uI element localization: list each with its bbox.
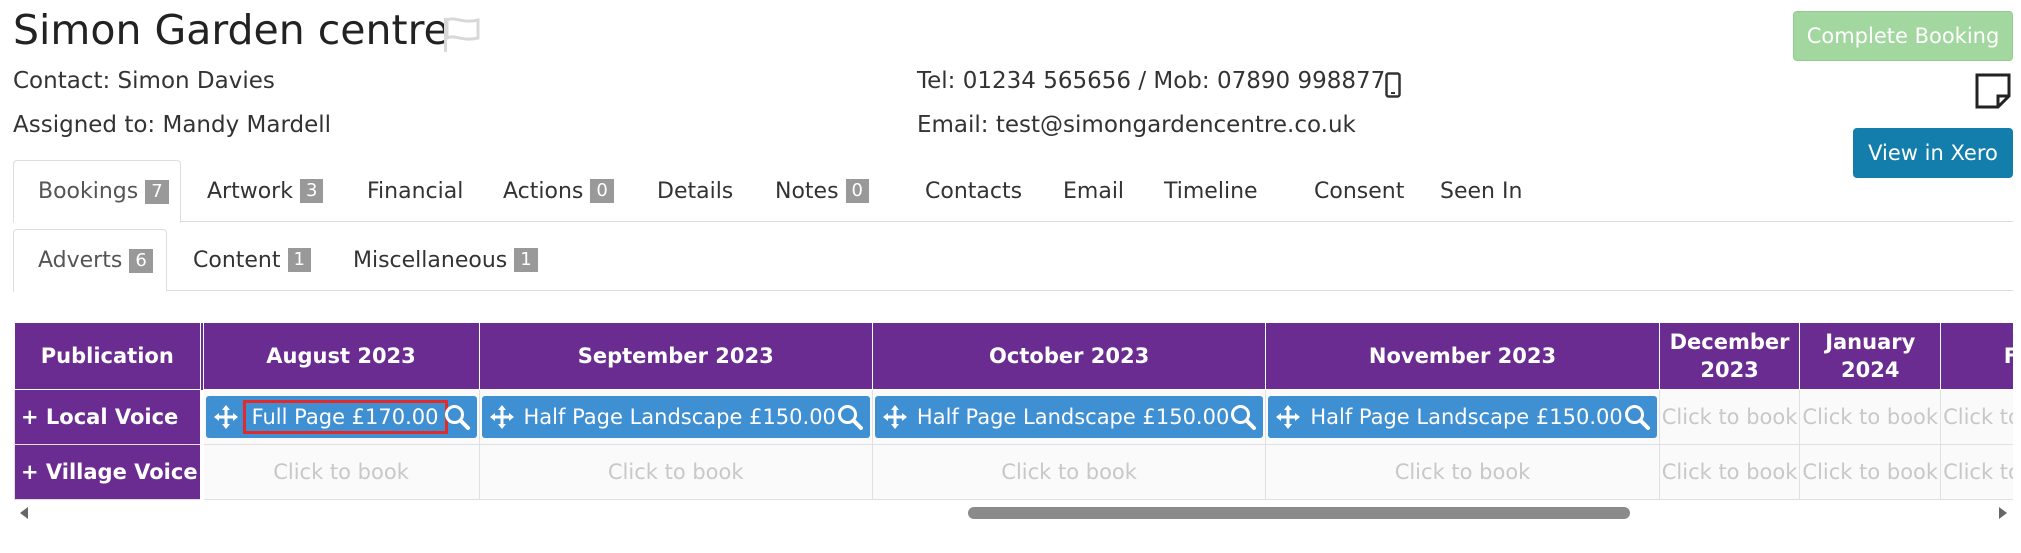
contact-name: Contact: Simon Davies [13, 68, 275, 94]
click-to-book-cell[interactable]: Click to book [201, 444, 480, 500]
booking-label: Half Page Landscape £150.00 [523, 405, 836, 429]
tab-badge: 7 [145, 179, 169, 204]
assigned-to: Assigned to: Mandy Mardell [13, 112, 332, 138]
month-header: August 2023 [201, 322, 480, 390]
horizontal-scrollbar[interactable] [14, 502, 2013, 524]
search-icon[interactable] [836, 403, 864, 431]
tab-bookings[interactable]: Bookings 7 [13, 160, 181, 223]
tab-label: Seen In [1440, 178, 1523, 204]
tab-artwork[interactable]: Artwork 3 [183, 160, 347, 222]
booking-cell: Half Page Landscape £150.00 [1265, 389, 1660, 445]
company-title: Simon Garden centre [13, 6, 449, 54]
tab-label: Contacts [925, 178, 1023, 204]
booking-label: Half Page Landscape £150.00 [916, 405, 1230, 429]
tab-badge: 0 [590, 179, 614, 203]
click-to-book-cell[interactable]: Click to book [478, 444, 873, 500]
tab-badge: 1 [514, 248, 538, 272]
month-header: F [1940, 322, 2013, 390]
search-icon[interactable] [443, 403, 471, 431]
click-to-book-cell[interactable]: Click to book [1265, 444, 1660, 500]
tab-badge: 6 [129, 248, 153, 273]
click-to-book-cell[interactable]: Click to book [1799, 389, 1942, 445]
month-header: November 2023 [1265, 322, 1660, 390]
tab-label: Consent [1314, 178, 1405, 204]
tab-label: Details [657, 178, 734, 204]
tab-contacts[interactable]: Contacts [901, 160, 1046, 222]
flag-icon[interactable] [440, 16, 482, 54]
tab-label: Artwork [207, 178, 293, 204]
month-header: September 2023 [478, 322, 873, 390]
tab-label: Adverts [38, 248, 123, 273]
scrollbar-thumb[interactable] [968, 507, 1630, 519]
email-address[interactable]: Email: test@simongardencentre.co.uk [917, 112, 1356, 138]
click-to-book-cell[interactable]: Click to book [871, 444, 1267, 500]
publication-village-voice[interactable]: + Village Voice [14, 444, 204, 500]
tab-label: Bookings [38, 179, 139, 204]
publication-header: Publication [14, 322, 204, 390]
tab-badge: 3 [299, 179, 324, 203]
move-icon[interactable] [1274, 403, 1302, 431]
scroll-left-arrow-icon[interactable] [20, 507, 28, 519]
month-header: January 2024 [1799, 322, 1942, 390]
sticky-note-icon[interactable] [1974, 72, 2012, 110]
subtab-adverts[interactable]: Adverts 6 [13, 229, 167, 292]
tab-label: Content [193, 247, 281, 273]
booking-grid: Publication August 2023 September 2023 O… [14, 322, 2013, 502]
click-to-book-cell[interactable]: Click to book [1799, 444, 1942, 500]
tab-label: Miscellaneous [353, 247, 508, 273]
booking-cell: Half Page Landscape £150.00 [478, 389, 873, 445]
tab-details[interactable]: Details [633, 160, 757, 222]
booking-november[interactable]: Half Page Landscape £150.00 [1268, 396, 1657, 438]
tab-label: Actions [503, 178, 584, 204]
scroll-right-arrow-icon[interactable] [1999, 507, 2007, 519]
phone-numbers: Tel: 01234 565656 / Mob: 07890 998877 [917, 68, 1386, 94]
move-icon[interactable] [212, 403, 240, 431]
tab-label: Financial [367, 178, 464, 204]
subtab-miscellaneous[interactable]: Miscellaneous 1 [329, 229, 562, 291]
month-header: December 2023 [1658, 322, 1801, 390]
tab-email[interactable]: Email [1039, 160, 1148, 222]
main-tabs: Bookings 7 Artwork 3 Financial Actions 0 De… [13, 160, 2013, 223]
click-to-book-cell[interactable]: Click to book [1940, 444, 2013, 500]
mobile-phone-icon [1385, 72, 1401, 98]
tab-label: Notes [775, 178, 839, 204]
publication-local-voice[interactable]: + Local Voice [14, 389, 204, 445]
tab-seen-in[interactable]: Seen In [1416, 160, 1546, 222]
search-icon[interactable] [1229, 403, 1257, 431]
sub-tabs: Adverts 6 Content 1 Miscellaneous 1 [13, 229, 2013, 292]
move-icon[interactable] [881, 403, 909, 431]
click-to-book-cell[interactable]: Click to book [1658, 389, 1801, 445]
tab-consent[interactable]: Consent [1290, 160, 1428, 222]
month-header: October 2023 [871, 322, 1267, 390]
tab-label: Email [1063, 178, 1125, 204]
complete-booking-button[interactable]: Complete Booking [1793, 11, 2013, 61]
booking-august[interactable]: Full Page £170.00 [205, 396, 477, 438]
booking-label: Half Page Landscape £150.00 [1310, 405, 1623, 429]
click-to-book-cell[interactable]: Click to book [1940, 389, 2013, 445]
tab-badge: 1 [287, 248, 311, 272]
subtab-content[interactable]: Content 1 [169, 229, 335, 291]
tab-label: Timeline [1164, 178, 1258, 204]
tab-financial[interactable]: Financial [343, 160, 487, 222]
tab-timeline[interactable]: Timeline [1140, 160, 1282, 222]
click-to-book-cell[interactable]: Click to book [1658, 444, 1801, 500]
booking-september[interactable]: Half Page Landscape £150.00 [481, 396, 870, 438]
booking-october[interactable]: Half Page Landscape £150.00 [874, 396, 1264, 438]
search-icon[interactable] [1623, 403, 1651, 431]
booking-label: Full Page £170.00 [242, 400, 448, 434]
tab-actions[interactable]: Actions 0 [479, 160, 638, 222]
booking-cell: Half Page Landscape £150.00 [871, 389, 1267, 445]
booking-cell: Full Page £170.00 [201, 389, 480, 445]
move-icon[interactable] [488, 403, 516, 431]
tab-notes[interactable]: Notes 0 [751, 160, 893, 222]
tab-badge: 0 [845, 179, 869, 203]
